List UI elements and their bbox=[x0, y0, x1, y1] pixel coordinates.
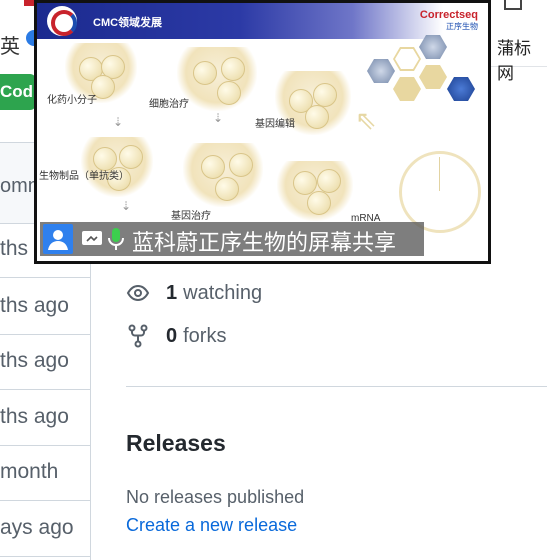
brand-subtitle: 正序生物 bbox=[446, 22, 478, 31]
pie-graphic bbox=[399, 151, 481, 233]
hex-shape bbox=[419, 65, 447, 89]
funnel-graphic bbox=[183, 143, 263, 207]
forks-link[interactable]: 0 forks bbox=[126, 324, 226, 348]
watching-link[interactable]: 1 watching bbox=[126, 281, 262, 305]
slide-label: 化药小分子 bbox=[47, 95, 97, 106]
code-button-label: Cod bbox=[0, 82, 34, 101]
file-row-age: ths ago bbox=[0, 405, 69, 428]
screen-share-caption: 蓝科蔚正序生物的屏幕共享 bbox=[132, 230, 397, 255]
cell-image-hex bbox=[367, 59, 395, 83]
arrow-icon: ⇣ bbox=[213, 111, 224, 125]
window-icon[interactable] bbox=[504, 0, 522, 10]
releases-heading[interactable]: Releases bbox=[126, 430, 226, 457]
no-releases-text: No releases published bbox=[126, 487, 305, 507]
slide-label: 基因编辑 bbox=[255, 119, 295, 130]
brand-name: Correctseq bbox=[419, 9, 478, 21]
arrow-icon: ⇣ bbox=[113, 115, 124, 129]
file-row[interactable]: ths ago bbox=[0, 279, 90, 335]
slide-label: 基因治疗 bbox=[171, 211, 211, 222]
watching-count: 1 bbox=[166, 281, 178, 304]
funnel-graphic bbox=[277, 161, 353, 221]
forks-label: forks bbox=[183, 324, 227, 347]
sidebar-divider bbox=[126, 386, 547, 387]
file-row-age: month bbox=[0, 460, 59, 483]
forks-count: 0 bbox=[166, 324, 178, 347]
file-row[interactable]: ths ago bbox=[0, 390, 90, 446]
file-row-age: ths ago bbox=[0, 349, 69, 372]
slide-title: CMC领域发展 bbox=[93, 17, 163, 29]
logo-mark bbox=[51, 10, 77, 36]
funnel-graphic bbox=[177, 47, 257, 111]
arrow-icon: ⇣ bbox=[121, 199, 132, 213]
fork-icon bbox=[128, 324, 148, 348]
create-release-link[interactable]: Create a new release bbox=[126, 515, 297, 536]
cell-image-hex bbox=[447, 77, 475, 101]
file-row-age: ays ago bbox=[0, 516, 74, 539]
bookmark-item[interactable]: 蒲标网 bbox=[497, 34, 547, 84]
slide-label: 生物制品（单抗类） bbox=[39, 171, 129, 182]
slide-label: 细胞治疗 bbox=[149, 99, 189, 110]
hex-shape bbox=[393, 77, 421, 101]
screen-share-icon bbox=[82, 231, 102, 245]
file-row-age: ths ago bbox=[0, 294, 69, 317]
bookmark-fragment[interactable]: 英 bbox=[0, 30, 20, 59]
file-row[interactable]: ths ago bbox=[0, 334, 90, 390]
arrow-icon: ⇖ bbox=[355, 105, 377, 135]
user-avatar-icon bbox=[43, 224, 73, 254]
eye-icon bbox=[126, 284, 150, 302]
screen-share-bar: 蓝科蔚正序生物的屏幕共享 bbox=[40, 222, 424, 256]
microphone-icon bbox=[108, 228, 124, 250]
file-row[interactable]: month bbox=[0, 445, 90, 501]
screen-share-window[interactable]: CMC领域发展 Correctseq 正序生物 化药小分子 细胞治疗 基因编辑 … bbox=[34, 0, 491, 264]
file-row[interactable]: ays ago bbox=[0, 501, 90, 557]
brand-logo: Correctseq 正序生物 bbox=[420, 9, 478, 33]
watching-label: watching bbox=[183, 281, 263, 304]
code-button[interactable]: Cod bbox=[0, 74, 36, 110]
